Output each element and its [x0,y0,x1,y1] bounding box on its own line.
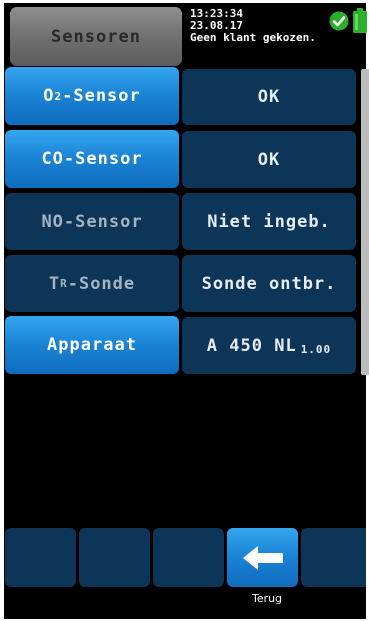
co-label: CO-Sensor [41,149,143,169]
softkey-2 [79,528,150,587]
o2-status-value: OK [257,87,281,107]
o2-label-rest: -Sensor [62,86,141,106]
softkey-5 [301,528,366,587]
device-display: Sensoren 13:23:34 23.08.17 Geen klant ge… [4,3,369,619]
no-label: NO-Sensor [41,211,143,232]
back-label: Terug [251,592,283,605]
apparaat-version: 1.00 [300,343,332,356]
tr-label-sub: R [60,277,68,290]
check-circle-icon [329,11,349,31]
arrow-left-icon [242,545,283,570]
o2-sensor-button[interactable]: O 2 -Sensor [5,67,179,125]
apparaat-label: Apparaat [47,335,137,355]
page-title: Sensoren [10,7,182,66]
tr-sonde-button: T R -Sonde [5,255,179,312]
status-info: 13:23:34 23.08.17 Geen klant gekozen. [190,8,316,44]
tr-label-main: T [48,273,61,294]
apparaat-value: A 450 NL [206,335,297,356]
co-status-value: OK [257,149,281,170]
softkey-1 [5,528,76,587]
no-sensor-button: NO-Sensor [5,193,179,250]
softkey-3 [153,528,224,587]
tr-status-value: Sonde ontbr. [201,273,337,294]
back-button[interactable] [227,528,298,587]
co-sensor-status: OK [182,131,356,188]
battery-icon [353,8,367,33]
tr-label-rest: -Sonde [67,273,136,294]
apparaat-button[interactable]: Apparaat [5,316,179,374]
o2-label-sub: 2 [54,89,63,103]
screen: Sensoren 13:23:34 23.08.17 Geen klant ge… [0,0,369,621]
tr-sonde-status: Sonde ontbr. [182,255,356,312]
scrollbar[interactable] [361,69,369,375]
co-sensor-button[interactable]: CO-Sensor [5,130,179,188]
no-sensor-status: Niet ingeb. [182,193,356,250]
status-customer: Geen klant gekozen. [190,31,316,44]
o2-sensor-status: OK [182,69,356,125]
o2-label-main: O [43,86,55,106]
apparaat-status: A 450 NL 1.00 [182,317,356,374]
no-status-value: Niet ingeb. [207,211,331,232]
